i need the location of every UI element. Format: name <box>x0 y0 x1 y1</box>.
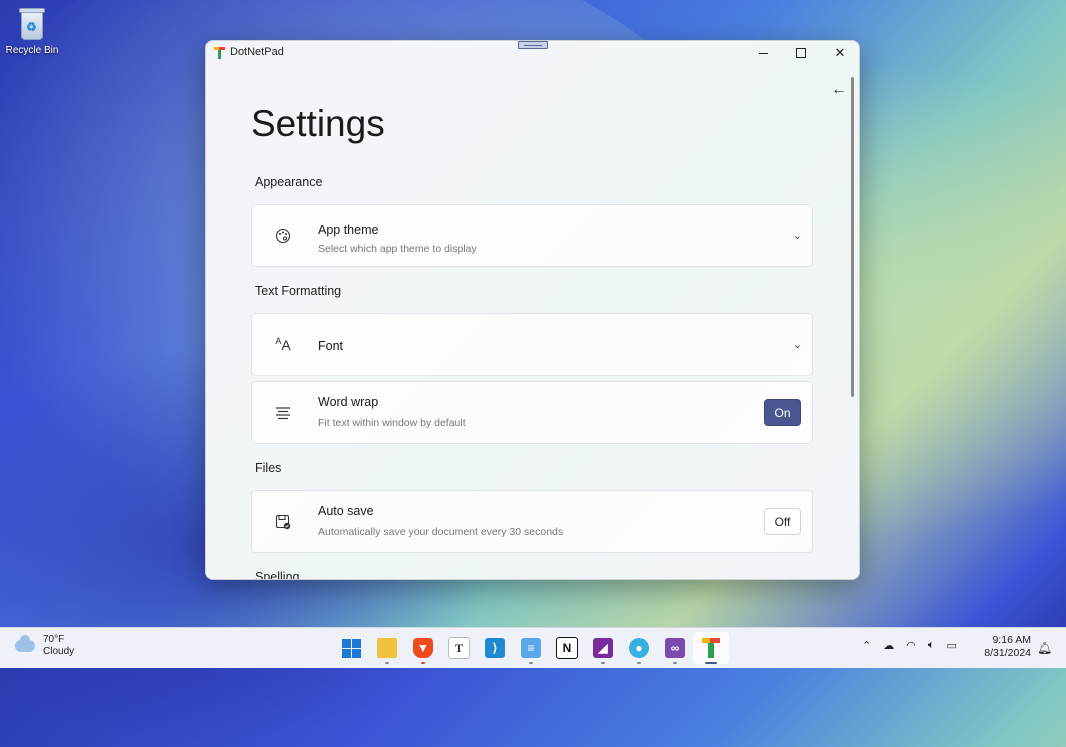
page-title: Settings <box>251 103 385 144</box>
windows-logo-icon <box>341 638 361 658</box>
chevron-down-icon: ⌄ <box>792 230 802 242</box>
chevron-down-icon: ⌄ <box>792 339 802 351</box>
section-appearance: Appearance <box>255 175 323 189</box>
word-wrap-description: Fit text within window by default <box>318 417 466 429</box>
auto-save-description: Automatically save your document every 3… <box>318 526 564 538</box>
maximize-icon <box>796 48 806 58</box>
taskbar: 70°F Cloudy ▼ T ⟩ ≡ N ◢ ● ∞ ⌃ ☁ ◠ 🔈︎ ▭ 9… <box>0 627 1066 668</box>
clock[interactable]: 9:16 AM 8/31/2024 <box>983 634 1031 660</box>
maps-globe-icon: ● <box>629 638 649 658</box>
app-theme-title: App theme <box>318 223 379 237</box>
brave-lion-icon: ▼ <box>413 638 433 658</box>
section-files: Files <box>255 461 282 475</box>
clock-date: 8/31/2024 <box>984 647 1031 659</box>
taskbar-maps[interactable]: ● <box>621 632 657 664</box>
system-tray: ⌃ ☁ ◠ 🔈︎ ▭ <box>862 639 957 652</box>
taskbar-notepad[interactable]: ≡ <box>513 632 549 664</box>
taskbar-typora[interactable]: T <box>441 632 477 664</box>
back-button[interactable]: ← <box>828 79 850 101</box>
recycle-bin-icon: ♻ <box>17 6 47 42</box>
word-wrap-title: Word wrap <box>318 395 379 409</box>
folder-icon <box>377 638 397 658</box>
app-theme-description: Select which app theme to display <box>318 243 477 255</box>
onedrive-icon[interactable]: ☁ <box>883 639 894 652</box>
palette-icon <box>274 227 292 245</box>
start-button[interactable] <box>333 632 369 664</box>
word-wrap-card: Word wrap Fit text within window by defa… <box>251 381 813 444</box>
dotnetpad-icon <box>702 638 720 658</box>
taskbar-visual-studio[interactable]: ∞ <box>657 632 693 664</box>
minimize-icon <box>758 52 768 54</box>
volume-icon[interactable]: 🔈︎ <box>928 639 935 652</box>
drag-handle[interactable] <box>518 41 548 49</box>
taskbar-affinity[interactable]: ◢ <box>585 632 621 664</box>
auto-save-toggle[interactable]: Off <box>764 508 801 535</box>
section-text-formatting: Text Formatting <box>255 284 342 298</box>
taskbar-brave[interactable]: ▼ <box>405 632 441 664</box>
close-icon: ✕ <box>834 45 846 60</box>
minimize-button[interactable] <box>743 41 783 65</box>
taskbar-file-explorer[interactable] <box>369 632 405 664</box>
recycle-bin-desktop-icon[interactable]: ♻ Recycle Bin <box>4 6 60 56</box>
visual-studio-icon: ∞ <box>665 638 685 658</box>
close-button[interactable]: ✕ <box>820 41 859 65</box>
notion-icon: N <box>556 637 578 659</box>
window-title: DotNetPad <box>230 46 284 58</box>
app-window: DotNetPad ✕ ← Settings Appearance App th… <box>205 40 860 580</box>
section-spelling: Spelling <box>255 570 300 580</box>
typora-icon: T <box>448 637 470 659</box>
word-wrap-icon <box>274 404 292 422</box>
weather-widget[interactable]: 70°F Cloudy <box>15 634 74 658</box>
taskbar-dotnetpad[interactable] <box>693 632 729 664</box>
app-logo-icon <box>214 47 225 59</box>
save-icon <box>274 513 292 531</box>
vscode-icon: ⟩ <box>485 638 505 658</box>
word-wrap-toggle[interactable]: On <box>764 399 801 426</box>
recycle-bin-label: Recycle Bin <box>5 45 59 56</box>
clock-time: 9:16 AM <box>992 634 1031 646</box>
title-bar[interactable]: DotNetPad ✕ <box>206 41 859 73</box>
taskbar-notion[interactable]: N <box>549 632 585 664</box>
font-title: Font <box>318 339 344 353</box>
affinity-icon: ◢ <box>593 638 613 658</box>
back-arrow-icon: ← <box>831 81 847 98</box>
chevron-up-icon[interactable]: ⌃ <box>862 639 871 652</box>
notepad-icon: ≡ <box>521 638 541 658</box>
notification-bell-icon[interactable]: 🔔︎ <box>1037 641 1052 655</box>
weather-temp: 70°F <box>43 634 65 645</box>
battery-icon[interactable]: ▭ <box>946 639 956 652</box>
maximize-button[interactable] <box>781 41 821 65</box>
cloud-icon <box>15 635 35 652</box>
app-theme-card[interactable]: App theme Select which app theme to disp… <box>251 204 813 267</box>
scrollbar[interactable] <box>851 77 854 397</box>
auto-save-title: Auto save <box>318 504 374 518</box>
weather-desc: Cloudy <box>43 646 75 657</box>
font-icon: AA <box>275 336 291 353</box>
font-card[interactable]: AA Font ⌄ <box>251 313 813 376</box>
wifi-icon[interactable]: ◠ <box>906 639 916 652</box>
taskbar-vscode[interactable]: ⟩ <box>477 632 513 664</box>
auto-save-card: Auto save Automatically save your docume… <box>251 490 813 553</box>
